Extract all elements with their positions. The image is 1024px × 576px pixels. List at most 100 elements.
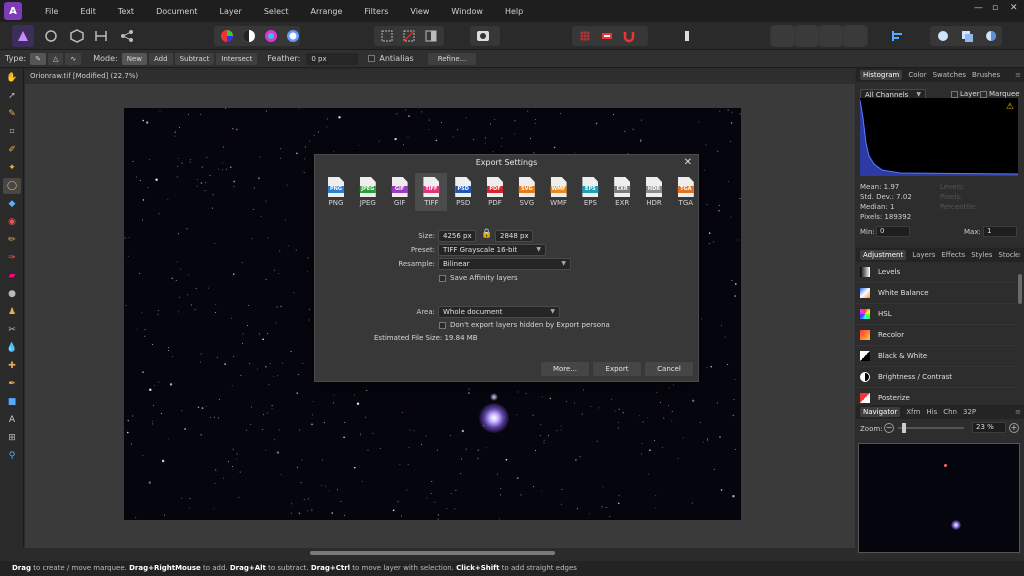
flood-select-tool-icon[interactable]: ✦ (3, 160, 21, 176)
height-input[interactable]: 2848 px (495, 230, 533, 242)
erase-tool-icon[interactable]: ▰ (3, 268, 21, 284)
crop-tool-icon[interactable]: ⌗ (3, 124, 21, 140)
mode-add-button[interactable]: Add (149, 52, 173, 65)
panel-menu-icon[interactable]: ≡ (1015, 408, 1021, 416)
tab-styles[interactable]: Styles (971, 251, 992, 259)
smudge-tool-icon[interactable]: ✂ (3, 322, 21, 338)
arrange-backward-button[interactable] (796, 25, 818, 47)
blur-tool-icon[interactable]: 💧 (3, 340, 21, 356)
area-select[interactable]: Whole document ▼ (438, 306, 560, 318)
select-all-button[interactable] (376, 25, 398, 47)
develop-persona-button[interactable] (66, 25, 88, 47)
snapping-button[interactable] (618, 25, 640, 47)
selection-mask-button[interactable] (980, 25, 1002, 47)
cancel-button[interactable]: Cancel (645, 362, 693, 376)
format-exr-button[interactable]: EXR EXR (606, 173, 638, 211)
format-tiff-button[interactable]: TIFF TIFF (415, 173, 448, 211)
pixel-tool-icon[interactable]: ✑ (3, 250, 21, 266)
menu-select[interactable]: Select (253, 7, 300, 16)
min-input[interactable]: 0 (876, 226, 910, 237)
white-balance-button[interactable] (282, 25, 304, 47)
text-tool-icon[interactable]: A (3, 412, 21, 428)
tab-color[interactable]: Color (908, 71, 926, 79)
invert-selection-button[interactable] (420, 25, 442, 47)
pen-tool-icon[interactable]: ✒ (3, 376, 21, 392)
contrast-button[interactable] (238, 25, 260, 47)
tab-layers[interactable]: Layers (912, 251, 935, 259)
grid-button[interactable] (574, 25, 596, 47)
zoom-input[interactable]: 23 % (972, 422, 1006, 433)
resample-select[interactable]: Bilinear ▼ (438, 258, 571, 270)
adjustment-scrollbar[interactable] (1018, 274, 1022, 304)
close-window-button[interactable]: ✕ (1010, 3, 1018, 13)
type-freehand-button[interactable]: ✎ (30, 52, 46, 65)
format-gif-button[interactable]: GIF GIF (384, 173, 416, 211)
feather-input[interactable]: 0 px (306, 52, 359, 65)
quick-mask-button[interactable] (472, 25, 494, 47)
tone-mapping-persona-button[interactable] (90, 25, 112, 47)
menu-filters[interactable]: Filters (353, 7, 399, 16)
horizontal-scrollbar[interactable] (310, 551, 555, 555)
layer-checkbox[interactable] (951, 91, 958, 98)
export-button[interactable]: Export (593, 362, 641, 376)
align-button[interactable] (886, 25, 908, 47)
adjustment-white-balance[interactable]: White Balance (856, 283, 1016, 304)
format-svg-button[interactable]: SVG SVG (511, 173, 543, 211)
restore-button[interactable]: ▫ (992, 3, 998, 13)
format-tga-button[interactable]: TGA TGA (670, 173, 702, 211)
adjustment-levels[interactable]: Levels (856, 262, 1016, 283)
minimize-button[interactable]: — (974, 3, 983, 13)
view-tool-icon[interactable]: ✋ (3, 70, 21, 86)
zoom-slider-handle[interactable] (902, 423, 906, 433)
tab-channels[interactable]: Chn (943, 408, 957, 416)
freehand-selection-tool-icon[interactable]: ◯ (3, 178, 21, 194)
photo-persona-button[interactable] (12, 25, 34, 47)
deselect-button[interactable] (398, 25, 420, 47)
assistant-button[interactable] (596, 25, 618, 47)
width-input[interactable]: 4256 px (438, 230, 476, 242)
menu-document[interactable]: Document (145, 7, 208, 16)
type-polygonal-button[interactable]: △ (47, 52, 64, 65)
tab-history[interactable]: His (926, 408, 937, 416)
type-magnetic-button[interactable]: ∿ (65, 52, 82, 65)
dialog-close-icon[interactable]: ✕ (684, 157, 692, 168)
refine-button[interactable]: Refine... (427, 52, 477, 65)
gradient-tool-icon[interactable]: ◉ (3, 214, 21, 230)
clone-tool-icon[interactable]: ♟ (3, 304, 21, 320)
arrange-forward-button[interactable] (820, 25, 842, 47)
color-wheel-button[interactable] (216, 25, 238, 47)
zoom-in-icon[interactable]: + (1009, 423, 1019, 433)
antialias-checkbox[interactable] (368, 55, 376, 62)
arrange-back-button[interactable] (772, 25, 794, 47)
zoom-out-icon[interactable]: − (884, 423, 894, 433)
mode-intersect-button[interactable]: Intersect (216, 52, 258, 65)
mode-subtract-button[interactable]: Subtract (174, 52, 215, 65)
menu-help[interactable]: Help (494, 7, 534, 16)
arrange-front-button[interactable] (844, 25, 866, 47)
export-persona-button[interactable] (116, 25, 138, 47)
tab-navigator[interactable]: Navigator (860, 407, 901, 417)
adjustment-hsl[interactable]: HSL (856, 304, 1016, 325)
selection-brush-tool-icon[interactable]: ✐ (3, 142, 21, 158)
liquify-persona-button[interactable] (40, 25, 62, 47)
format-pdf-button[interactable]: PDF PDF (479, 173, 511, 211)
color-picker-tool-icon[interactable]: ✎ (3, 106, 21, 122)
hsl-button[interactable] (260, 25, 282, 47)
preset-select[interactable]: TIFF Grayscale 16-bit ▼ (438, 244, 546, 256)
adjustment-brightness-contrast[interactable]: Brightness / Contrast (856, 367, 1016, 388)
tab-32p[interactable]: 32P (963, 408, 976, 416)
paint-brush-tool-icon[interactable]: ✏ (3, 232, 21, 248)
format-wmf-button[interactable]: WMF WMF (543, 173, 575, 211)
tab-brushes[interactable]: Brushes (972, 71, 1000, 79)
tab-histogram[interactable]: Histogram (860, 70, 903, 80)
mode-new-button[interactable]: New (121, 52, 147, 65)
menu-layer[interactable]: Layer (209, 7, 253, 16)
format-jpeg-button[interactable]: JPEG JPEG (352, 173, 384, 211)
format-hdr-button[interactable]: HDR HDR (638, 173, 670, 211)
max-input[interactable]: 1 (983, 226, 1017, 237)
selection-layers-button[interactable] (956, 25, 978, 47)
menu-text[interactable]: Text (107, 7, 145, 16)
move-tool-icon[interactable]: ➚ (3, 88, 21, 104)
rectangle-tool-icon[interactable]: ■ (3, 394, 21, 410)
tab-transform[interactable]: Xfm (906, 408, 920, 416)
